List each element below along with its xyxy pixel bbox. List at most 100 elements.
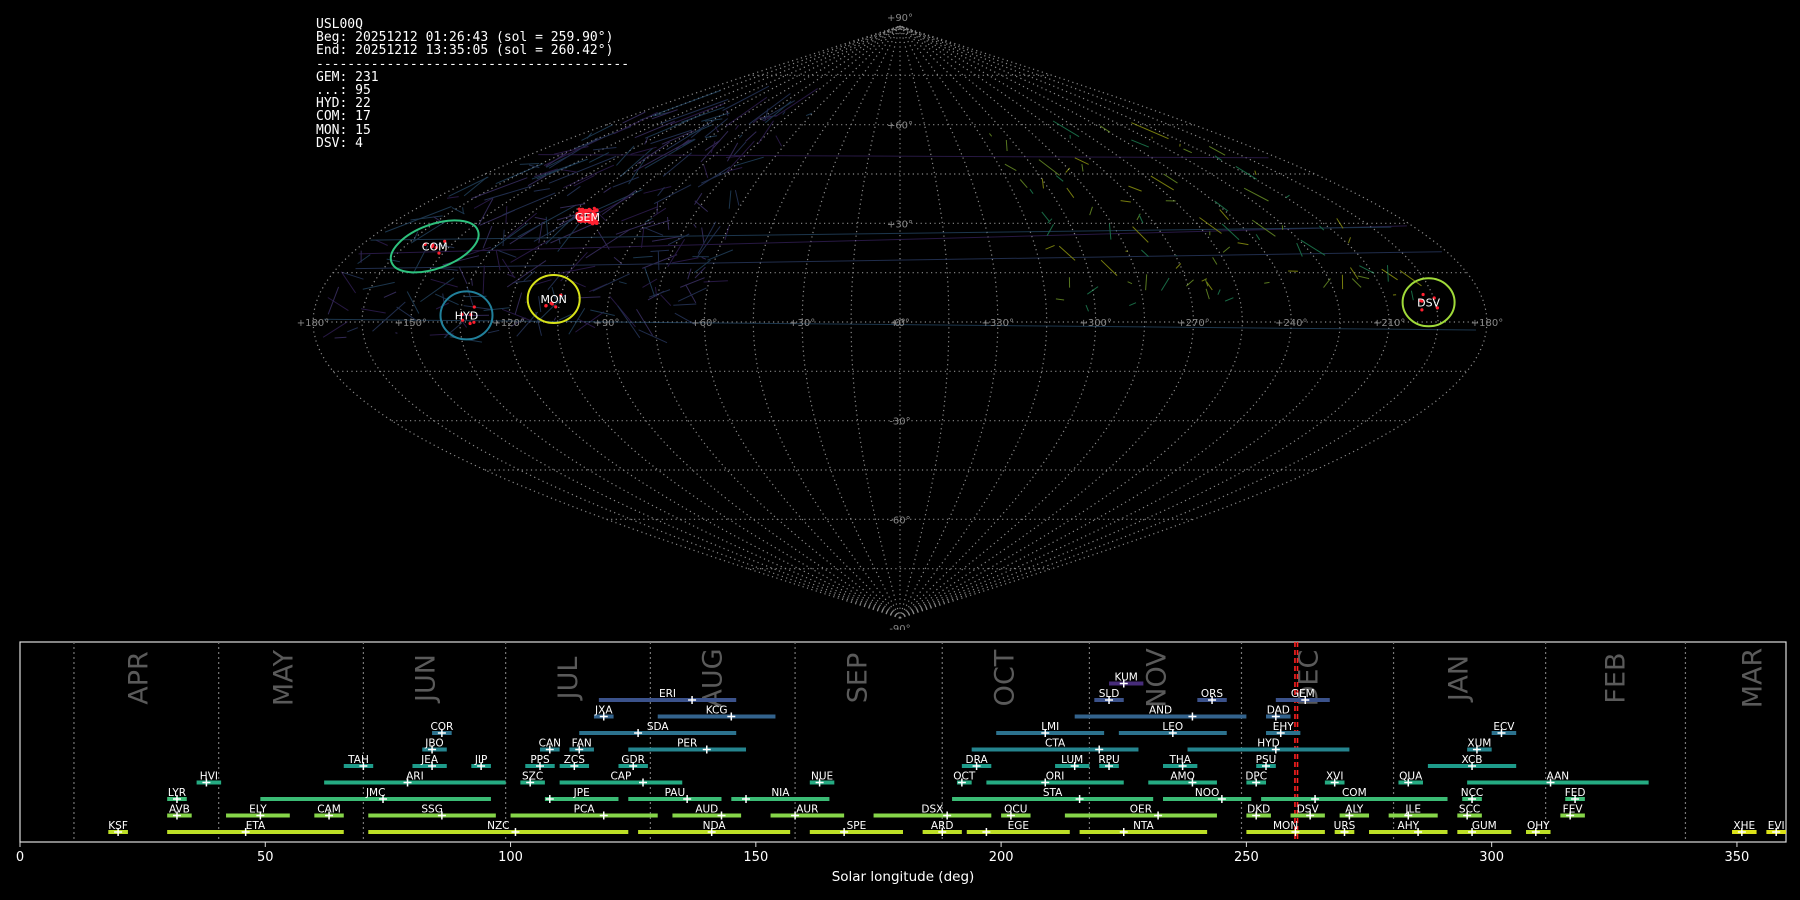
meteor-track xyxy=(638,329,668,344)
meteor-track xyxy=(1127,281,1133,285)
meteor-track xyxy=(694,192,703,205)
meteor-track xyxy=(989,133,993,137)
shower-label: ETA xyxy=(246,820,266,832)
radiant-label: HYD xyxy=(455,309,478,322)
shower-label: XCB xyxy=(1462,754,1483,766)
meteor-track xyxy=(1128,185,1142,192)
meteor-track xyxy=(1387,265,1389,282)
meteor-track xyxy=(447,196,459,199)
meteor-track xyxy=(639,90,721,121)
x-tick-label: 350 xyxy=(1725,850,1750,865)
shower-label: OCU xyxy=(1004,804,1027,816)
meteor-track xyxy=(1351,278,1362,288)
shower-label: GUM xyxy=(1472,820,1497,832)
shower-label: AUR xyxy=(796,804,818,816)
shower-label: SDA xyxy=(647,721,670,733)
meteor-track xyxy=(590,309,615,316)
meteor-track xyxy=(705,135,718,139)
shower-timeline-chart: APR MAY JUN JUL AUG SEP OCT NOV DEC JAN FEB MARKUME… xyxy=(16,641,1787,885)
shower-label: AVB xyxy=(169,804,190,816)
meteor-track xyxy=(634,120,675,139)
meteor-track xyxy=(1323,278,1331,288)
meteor-track xyxy=(1235,165,1257,180)
meteor-track xyxy=(1065,167,1071,173)
meteor-track xyxy=(1141,249,1149,257)
radiant-sky-map: +90°+60°+30°0°-30°-60°-90°+180° +150° +120… xyxy=(297,13,1503,630)
meteor-track xyxy=(656,202,659,214)
meteor-track xyxy=(495,249,501,271)
shower-label: SZC xyxy=(522,771,543,783)
month-label: MAY xyxy=(268,649,299,706)
meteor-track xyxy=(1089,206,1093,216)
meteor-track xyxy=(1348,237,1351,244)
shower-label: PAU xyxy=(665,787,686,799)
meteor-track xyxy=(445,334,447,338)
meteor-track xyxy=(1029,188,1034,194)
shower-label: RPU xyxy=(1098,754,1119,766)
meteor-track xyxy=(734,189,740,206)
shower-label: SPE xyxy=(847,820,867,832)
shower-label: THA xyxy=(1168,754,1191,766)
meteor-track xyxy=(340,271,357,294)
shower-label: DSV xyxy=(1297,804,1320,816)
lon-tick-label: +60° xyxy=(691,318,717,329)
meteor-track xyxy=(693,223,697,228)
lon-tick-label: +240° xyxy=(1275,318,1307,329)
shower-label: HVI xyxy=(200,771,218,783)
meteor-track xyxy=(1066,187,1075,198)
shower-label: DSX xyxy=(921,804,943,816)
month-label: JUL xyxy=(553,657,584,702)
shower-label: OER xyxy=(1130,804,1152,816)
meteor-track xyxy=(1410,290,1414,301)
shower-label: KSF xyxy=(108,820,128,832)
meteor-track xyxy=(1041,178,1044,189)
lat-tick-label: -60° xyxy=(889,515,910,526)
meteor-track xyxy=(775,88,818,118)
meteor-track xyxy=(1224,297,1234,302)
meteor-track xyxy=(694,200,709,212)
meteor-track xyxy=(534,216,547,221)
lon-tick-label: +120° xyxy=(492,318,524,329)
meteor-track xyxy=(1208,145,1226,156)
meteor-track xyxy=(1300,239,1326,256)
meteor-track xyxy=(1336,218,1344,229)
meteor-track xyxy=(643,186,672,194)
meteor-track xyxy=(1005,139,1008,152)
meteor-track xyxy=(701,256,707,260)
shower-label: LUM xyxy=(1061,754,1083,766)
meteor-track xyxy=(1058,245,1076,261)
meteor-track xyxy=(652,207,667,218)
lon-tick-label: +270° xyxy=(1177,318,1209,329)
meteor-track xyxy=(696,226,721,258)
meteor-track xyxy=(1243,187,1269,202)
meteor-track xyxy=(533,188,550,192)
meteor-track xyxy=(458,267,468,285)
meteor-track xyxy=(722,85,770,111)
meteor-track xyxy=(1132,226,1149,243)
meteor-track xyxy=(764,100,792,124)
meteor-track xyxy=(591,189,643,213)
meteor-track xyxy=(728,190,732,209)
shower-label: ERI xyxy=(659,688,676,700)
shower-label: JPE xyxy=(573,787,590,799)
meteor-track xyxy=(726,140,755,173)
meteor-track xyxy=(566,185,581,197)
shower-label: XVI xyxy=(1326,771,1343,783)
shower-label: NZC xyxy=(487,820,509,832)
meteor-track xyxy=(1041,211,1050,222)
shower-label: COR xyxy=(430,721,453,733)
shower-label: CAP xyxy=(610,771,631,783)
shower-label: ALY xyxy=(1345,804,1364,816)
lon-tick-label: +180° xyxy=(297,318,329,329)
meteor-track xyxy=(653,184,692,205)
meteor-track xyxy=(482,265,485,295)
shower-label: PER xyxy=(677,738,697,750)
meteor-track xyxy=(360,308,386,314)
shower-label: AMO xyxy=(1170,771,1195,783)
meteor-track xyxy=(514,292,523,315)
meteor-track xyxy=(471,279,473,286)
meteor-track xyxy=(1100,125,1111,133)
meteor-track xyxy=(1381,268,1398,281)
meteor-track xyxy=(440,267,458,271)
meteor-track xyxy=(505,206,508,224)
